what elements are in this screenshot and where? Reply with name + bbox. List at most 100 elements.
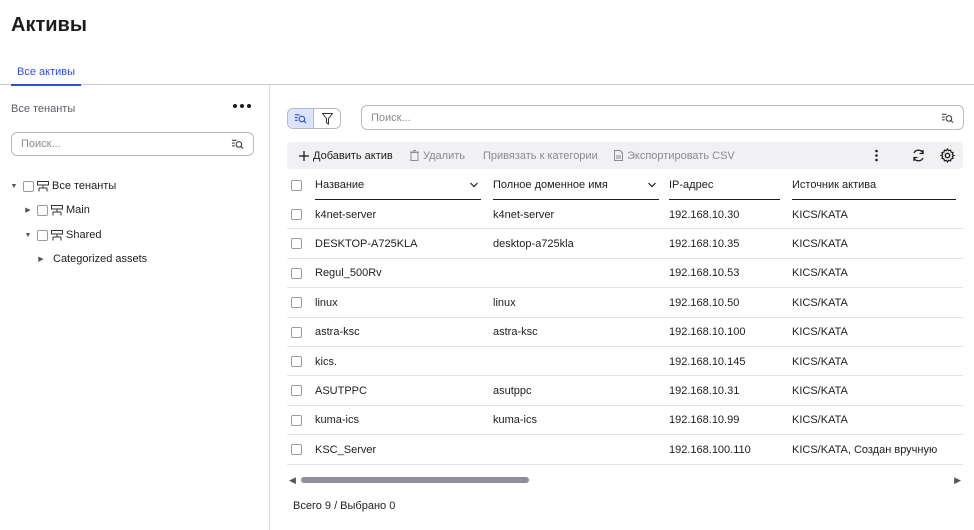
- cell-name: kuma-ics: [315, 414, 360, 427]
- search-view-button[interactable]: [288, 109, 315, 128]
- caret-down-icon[interactable]: ▼: [23, 230, 33, 240]
- cell-source: KICS/KATA: [792, 326, 848, 339]
- row-checkbox[interactable]: [291, 238, 302, 250]
- row-checkbox[interactable]: [291, 209, 302, 220]
- tree-node-all-tenants[interactable]: ▼ Все тенанты: [9, 177, 117, 195]
- table-header: Название Полное доменное имя IP-адрес Ис…: [287, 170, 963, 200]
- chevron-down-icon[interactable]: [647, 180, 657, 190]
- cell-fqdn: kuma-ics: [493, 414, 538, 427]
- tree-node-label: Все тенанты: [52, 180, 117, 192]
- scrollbar-thumb[interactable]: [301, 477, 529, 483]
- row-checkbox[interactable]: [291, 385, 302, 397]
- table-row[interactable]: kuma-ics kuma-ics 192.168.10.99 KICS/KAT…: [287, 406, 963, 436]
- row-checkbox[interactable]: [291, 356, 302, 367]
- assets-search-input[interactable]: [371, 106, 852, 129]
- row-checkbox[interactable]: [291, 414, 302, 426]
- caret-right-icon[interactable]: ▶: [36, 254, 46, 264]
- scroll-right-icon[interactable]: ▶: [954, 475, 961, 486]
- search-icon[interactable]: [941, 111, 954, 124]
- row-checkbox[interactable]: [291, 267, 302, 279]
- more-vertical-icon[interactable]: [869, 148, 884, 163]
- caret-right-icon[interactable]: ▶: [23, 205, 33, 215]
- select-all-checkbox[interactable]: [291, 180, 302, 191]
- tenant-search-input[interactable]: [21, 133, 214, 155]
- column-header-fqdn[interactable]: Полное доменное имя: [493, 170, 659, 200]
- assets-toolbar: Добавить актив Удалить Привязать к катег…: [287, 142, 963, 169]
- cell-name: kics.: [315, 355, 337, 368]
- row-checkbox[interactable]: [291, 297, 302, 309]
- column-header-name[interactable]: Название: [315, 170, 481, 200]
- tree-checkbox[interactable]: [23, 180, 34, 192]
- column-header-source[interactable]: Источник актива: [792, 170, 956, 200]
- cell-ip: 192.168.10.50: [669, 296, 740, 309]
- cell-source: KICS/KATA, Создан вручную: [792, 443, 938, 456]
- chevron-down-icon[interactable]: [469, 180, 479, 190]
- delete-label: Удалить: [423, 149, 465, 162]
- trash-icon: [410, 150, 419, 161]
- file-icon: [614, 150, 623, 161]
- hierarchy-icon: [51, 204, 63, 215]
- tree-checkbox[interactable]: [37, 229, 48, 241]
- cell-source: KICS/KATA: [792, 355, 848, 368]
- refresh-icon[interactable]: [911, 148, 926, 163]
- row-checkbox[interactable]: [291, 444, 302, 456]
- table-row[interactable]: DESKTOP-A725KLA desktop-a725kla 192.168.…: [287, 229, 963, 259]
- more-options-icon[interactable]: [233, 99, 251, 113]
- table-row[interactable]: kics. 192.168.10.145 KICS/KATA: [287, 347, 963, 377]
- assets-search-field[interactable]: [361, 105, 964, 130]
- page-title: Активы: [11, 14, 87, 36]
- table-row[interactable]: astra-ksc astra-ksc 192.168.10.100 KICS/…: [287, 318, 963, 347]
- cell-source: KICS/KATA: [792, 267, 848, 280]
- tree-node-main[interactable]: ▶ Main: [23, 201, 90, 219]
- horizontal-scrollbar[interactable]: ◀ ▶: [287, 474, 963, 486]
- gear-icon[interactable]: [940, 148, 955, 163]
- cell-source: KICS/KATA: [792, 296, 848, 309]
- cell-source: KICS/KATA: [792, 384, 848, 397]
- table-row[interactable]: Regul_500Rv 192.168.10.53 KICS/KATA: [287, 259, 963, 289]
- filter-icon: [321, 112, 333, 125]
- cell-fqdn: desktop-a725kla: [493, 237, 574, 250]
- cell-ip: 192.168.10.31: [669, 384, 740, 397]
- hierarchy-icon: [51, 229, 63, 240]
- table-row[interactable]: KSC_Server 192.168.100.110 KICS/KATA, Со…: [287, 435, 963, 465]
- table-row[interactable]: k4net-server k4net-server 192.168.10.30 …: [287, 200, 963, 230]
- add-asset-button[interactable]: Добавить актив: [299, 142, 393, 169]
- cell-ip: 192.168.10.100: [669, 326, 746, 339]
- cell-source: KICS/KATA: [792, 237, 848, 250]
- tree-node-shared[interactable]: ▼ Shared: [23, 226, 102, 244]
- scroll-left-icon[interactable]: ◀: [289, 475, 296, 486]
- cell-name: DESKTOP-A725KLA: [315, 237, 418, 250]
- plus-icon: [299, 150, 309, 161]
- tree-node-label: Categorized assets: [53, 253, 148, 265]
- add-asset-label: Добавить актив: [313, 149, 393, 162]
- cell-ip: 192.168.10.35: [669, 237, 740, 250]
- cell-ip: 192.168.10.99: [669, 414, 740, 427]
- cell-fqdn: astra-ksc: [493, 326, 538, 339]
- export-csv-button[interactable]: Экспортировать CSV: [614, 142, 735, 169]
- search-list-icon: [294, 114, 307, 124]
- column-header-ip[interactable]: IP-адрес: [669, 170, 780, 200]
- cell-name: ASUTPPC: [315, 384, 367, 397]
- tree-node-categorized-assets[interactable]: ▶ Categorized assets: [36, 250, 147, 268]
- tenant-sidebar: Все тенанты ▼ Все тенанты ▶ Main ▼: [0, 85, 270, 530]
- assets-main: Добавить актив Удалить Привязать к катег…: [270, 85, 974, 530]
- tree-checkbox[interactable]: [37, 204, 48, 216]
- tenant-search-field[interactable]: [11, 132, 254, 156]
- bind-category-button[interactable]: Привязать к категории: [483, 142, 598, 169]
- tab-bar: Все активы: [0, 60, 974, 86]
- table-row[interactable]: linux linux 192.168.10.50 KICS/KATA: [287, 288, 963, 318]
- cell-name: k4net-server: [315, 208, 377, 221]
- sidebar-header: Все тенанты: [11, 103, 76, 115]
- row-checkbox[interactable]: [291, 326, 302, 338]
- cell-ip: 192.168.10.30: [669, 208, 740, 221]
- cell-name: KSC_Server: [315, 443, 377, 456]
- selection-summary: Всего 9 / Выбрано 0: [293, 500, 396, 512]
- filter-view-button[interactable]: [314, 109, 340, 128]
- delete-button[interactable]: Удалить: [410, 142, 465, 169]
- table-row[interactable]: ASUTPPC asutppc 192.168.10.31 KICS/KATA: [287, 376, 963, 406]
- tab-all-assets[interactable]: Все активы: [11, 60, 81, 86]
- cell-source: KICS/KATA: [792, 208, 848, 221]
- cell-name: Regul_500Rv: [315, 267, 382, 280]
- search-icon[interactable]: [231, 138, 244, 151]
- caret-down-icon[interactable]: ▼: [9, 181, 19, 191]
